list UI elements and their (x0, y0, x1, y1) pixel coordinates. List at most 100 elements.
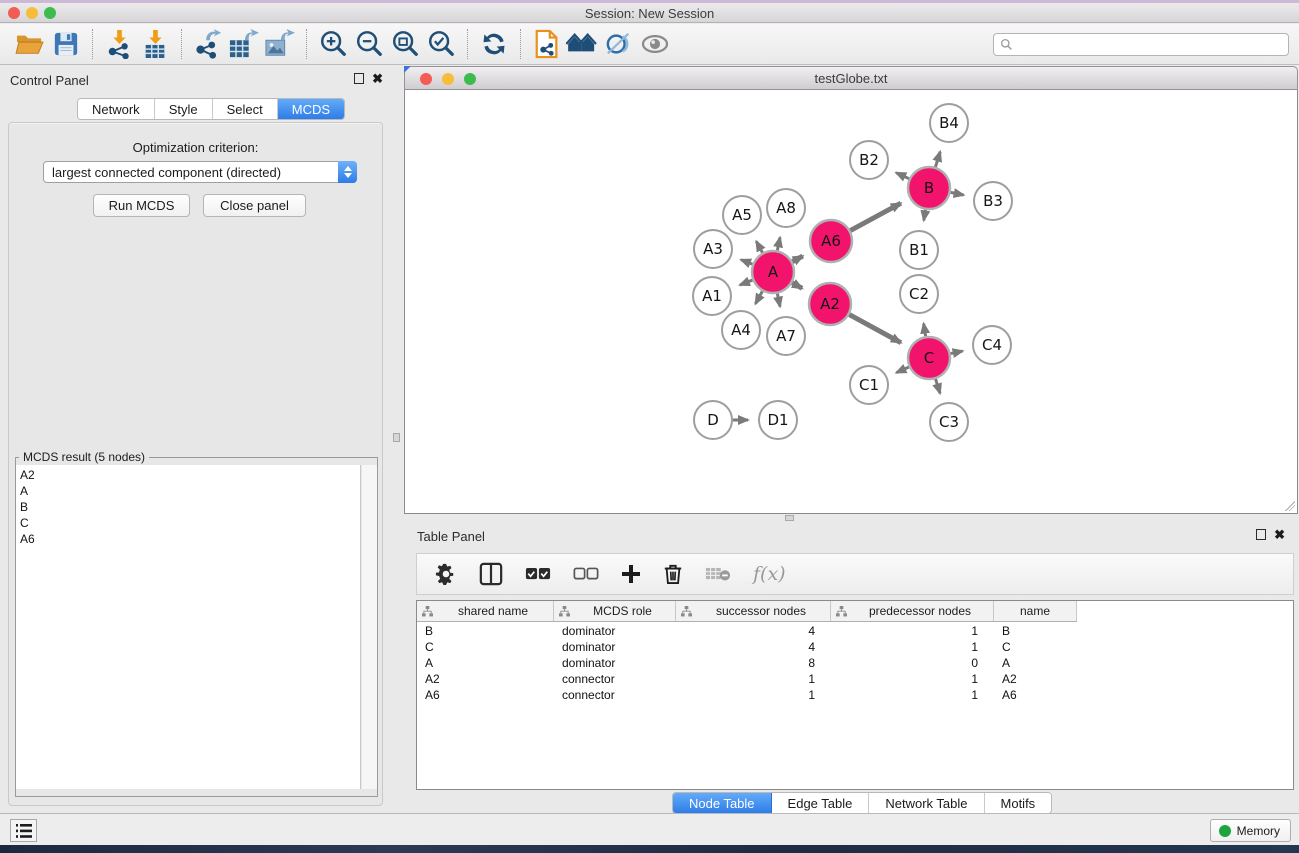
hide-venn-icon[interactable] (601, 28, 637, 60)
graph-edge-C-C3[interactable] (936, 379, 940, 393)
new-network-from-selection-icon[interactable] (529, 28, 565, 60)
close-panel-button[interactable]: Close panel (203, 194, 306, 217)
tab-style[interactable]: Style (155, 99, 213, 119)
function-builder-icon[interactable]: f(x) (753, 559, 786, 589)
graph-edge-B-B4[interactable] (935, 152, 940, 167)
table-cell[interactable]: A (417, 656, 554, 670)
table-cell[interactable]: 1 (676, 688, 831, 702)
criterion-dropdown[interactable]: largest connected component (directed) (43, 161, 357, 183)
table-row[interactable]: Bdominator41B (417, 623, 1293, 639)
graph-edge-A-A1[interactable] (740, 280, 753, 285)
graph-edge-C-C4[interactable] (951, 351, 963, 353)
graph-edge-A-A7[interactable] (777, 294, 780, 307)
add-column-plus-icon[interactable] (621, 559, 641, 589)
graph-edge-A-A2[interactable] (792, 283, 802, 289)
column-header-successor-nodes[interactable]: successor nodes (676, 601, 831, 621)
tab-mcds[interactable]: MCDS (278, 99, 344, 119)
table-cell[interactable]: B (994, 624, 1077, 638)
table-cell[interactable]: A6 (994, 688, 1077, 702)
splitter-grip[interactable] (393, 433, 400, 442)
deselect-all-icon[interactable] (573, 559, 599, 589)
tab-network-table[interactable]: Network Table (869, 793, 984, 813)
show-all-panels-icon[interactable] (565, 28, 601, 60)
select-all-icon[interactable] (525, 559, 551, 589)
table-cell[interactable]: A2 (994, 672, 1077, 686)
zoom-in-icon[interactable] (315, 28, 351, 60)
tab-node-table[interactable]: Node Table (673, 793, 772, 813)
table-cell[interactable]: 1 (676, 672, 831, 686)
node-table[interactable]: shared name MCDS role successor nodes pr… (416, 600, 1294, 790)
mcds-result-item[interactable]: C (20, 515, 360, 531)
table-cell[interactable]: A2 (417, 672, 554, 686)
table-cell[interactable]: 4 (676, 640, 831, 654)
column-header-name[interactable]: name (994, 601, 1077, 621)
graph-edge-A6-B[interactable] (850, 203, 901, 230)
table-cell[interactable]: 0 (831, 656, 994, 670)
float-panel-icon[interactable] (354, 73, 364, 84)
search-field[interactable] (993, 33, 1289, 56)
tab-select[interactable]: Select (213, 99, 278, 119)
open-file-icon[interactable] (12, 28, 48, 60)
mcds-result-item[interactable]: A2 (20, 467, 360, 483)
task-history-button[interactable] (10, 819, 37, 842)
splitter-grip[interactable] (785, 515, 794, 521)
vertical-splitter[interactable] (391, 65, 403, 813)
delete-table-icon[interactable] (705, 559, 731, 589)
close-panel-icon[interactable]: ✖ (1274, 529, 1285, 540)
import-table-icon[interactable] (137, 28, 173, 60)
export-network-icon[interactable] (190, 28, 226, 60)
graph-edge-B-B1[interactable] (924, 210, 926, 221)
table-cell[interactable]: 8 (676, 656, 831, 670)
table-cell[interactable]: 1 (831, 688, 994, 702)
column-header-mcds-role[interactable]: MCDS role (554, 601, 676, 621)
network-window-titlebar[interactable]: testGlobe.txt (404, 66, 1298, 90)
close-panel-icon[interactable]: ✖ (372, 73, 383, 84)
table-cell[interactable]: 1 (831, 624, 994, 638)
mcds-result-item[interactable]: A (20, 483, 360, 499)
table-cell[interactable]: connector (554, 672, 676, 686)
table-row[interactable]: Cdominator41C (417, 639, 1293, 655)
column-header-predecessor-nodes[interactable]: predecessor nodes (831, 601, 994, 621)
graph-edge-A2-C[interactable] (849, 315, 901, 343)
tab-network[interactable]: Network (78, 99, 155, 119)
table-cell[interactable]: B (417, 624, 554, 638)
graph-edge-A-A4[interactable] (755, 291, 762, 303)
table-cell[interactable]: dominator (554, 640, 676, 654)
column-view-icon[interactable] (479, 559, 503, 589)
table-cell[interactable]: dominator (554, 656, 676, 670)
export-image-icon[interactable] (262, 28, 298, 60)
refresh-icon[interactable] (476, 28, 512, 60)
tab-edge-table[interactable]: Edge Table (772, 793, 870, 813)
table-body[interactable]: Bdominator41BCdominator41CAdominator80AA… (417, 623, 1293, 703)
run-mcds-button[interactable]: Run MCDS (93, 194, 190, 217)
graph-edge-A-A3[interactable] (741, 260, 752, 264)
delete-trash-icon[interactable] (663, 559, 683, 589)
memory-button[interactable]: Memory (1210, 819, 1291, 842)
graph-edge-A-A8[interactable] (777, 237, 780, 250)
table-row[interactable]: Adominator80A (417, 655, 1293, 671)
zoom-fit-icon[interactable] (387, 28, 423, 60)
tab-motifs[interactable]: Motifs (985, 793, 1052, 813)
search-input[interactable] (1017, 35, 1288, 54)
network-graph[interactable]: B4B2BB3A8A5A6A3B1AC2A1A2A4A7C4CC1DD1C3 (405, 90, 1297, 512)
window-resize-grip[interactable] (1283, 499, 1295, 511)
zoom-out-icon[interactable] (351, 28, 387, 60)
table-cell[interactable]: connector (554, 688, 676, 702)
table-cell[interactable]: dominator (554, 624, 676, 638)
float-panel-icon[interactable] (1256, 529, 1266, 540)
graph-edge-B-B2[interactable] (896, 173, 909, 179)
table-cell[interactable]: C (994, 640, 1077, 654)
save-session-icon[interactable] (48, 28, 84, 60)
graph-edge-A-A5[interactable] (756, 241, 762, 252)
graph-edge-C-C2[interactable] (924, 324, 926, 337)
table-cell[interactable]: 1 (831, 640, 994, 654)
mcds-result-item[interactable]: A6 (20, 531, 360, 547)
table-cell[interactable]: 1 (831, 672, 994, 686)
table-row[interactable]: A2connector11A2 (417, 671, 1293, 687)
table-row[interactable]: A6connector11A6 (417, 687, 1293, 703)
table-cell[interactable]: C (417, 640, 554, 654)
toggle-visibility-eye-icon[interactable] (637, 28, 673, 60)
mcds-result-list[interactable]: A2ABCA6 (16, 465, 361, 789)
import-network-icon[interactable] (101, 28, 137, 60)
horizontal-splitter[interactable] (403, 514, 1299, 522)
